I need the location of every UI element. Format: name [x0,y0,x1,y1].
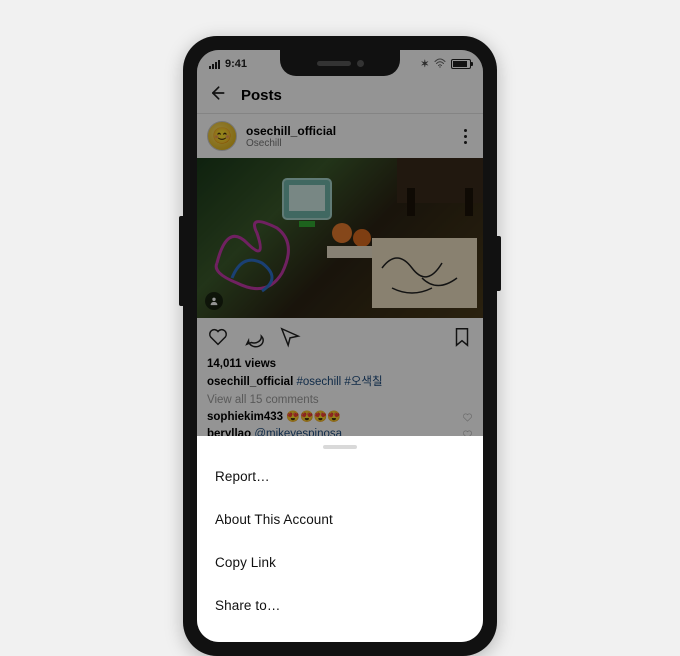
sheet-item-report[interactable]: Report… [197,455,483,498]
phone-frame: 9:41 ✶ Posts 😊 [183,36,497,656]
sheet-item-share[interactable]: Share to… [197,584,483,627]
screen: 9:41 ✶ Posts 😊 [197,50,483,642]
sheet-handle-icon[interactable] [323,445,357,449]
sheet-item-copy-link[interactable]: Copy Link [197,541,483,584]
sheet-item-about[interactable]: About This Account [197,498,483,541]
notch [280,50,400,76]
action-sheet: Report… About This Account Copy Link Sha… [197,436,483,642]
